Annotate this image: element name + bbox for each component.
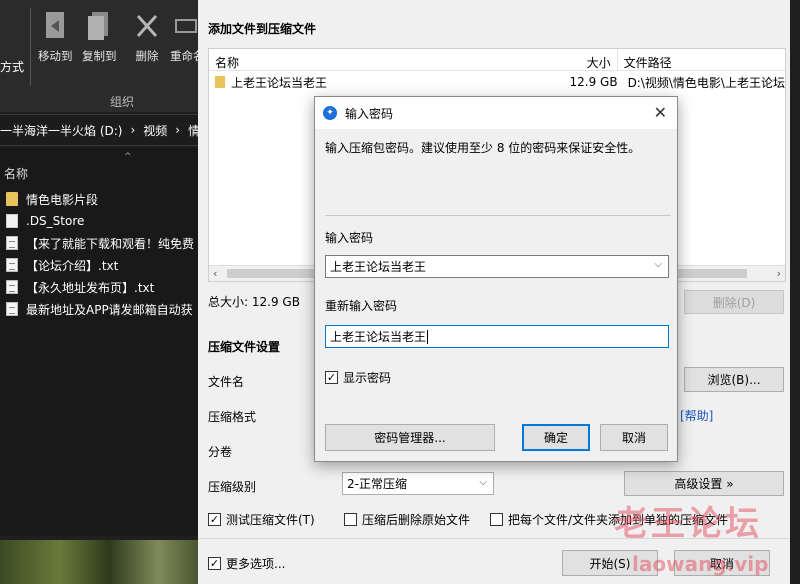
table-row[interactable]: 上老王论坛当老王 12.9 GB D:\视频\情色电影\上老王论坛 [209, 71, 785, 93]
ribbon-group-label: 组织 [110, 95, 135, 109]
rename-button[interactable]: 重命名 [170, 8, 198, 64]
compression-level-select[interactable]: 2-正常压缩 ⌵ [342, 472, 494, 495]
settings-title: 压缩文件设置 [208, 340, 281, 354]
copy-to-button[interactable]: 复制到 [82, 8, 117, 64]
list-item[interactable]: 情色电影片段 [0, 188, 198, 210]
chevron-down-icon: ⌵ [479, 477, 487, 488]
breadcrumb[interactable]: 一半海洋一半火焰 (D:) › 视频 › 情 [0, 114, 200, 146]
delete-button[interactable]: 删除 [132, 8, 162, 64]
column-header-name[interactable]: 名称 [209, 49, 564, 70]
filename-label: 文件名 [208, 375, 245, 389]
checkmark-icon: ✓ [325, 371, 338, 384]
format-label: 压缩格式 [208, 410, 257, 424]
chevron-down-icon[interactable]: ⌵ [654, 259, 662, 270]
desktop-photo-strip [0, 540, 198, 584]
more-options-checkbox[interactable]: ✓ 更多选项... [208, 555, 285, 572]
volume-label: 分卷 [208, 445, 233, 459]
watermark: 老王论坛 [614, 504, 762, 544]
scroll-right-icon[interactable]: › [777, 267, 781, 280]
list-item[interactable]: 【永久地址发布页】.txt [0, 276, 198, 298]
scroll-left-icon[interactable]: ‹ [213, 267, 217, 280]
ribbon-divider [30, 8, 31, 86]
reenter-password-input[interactable]: 上老王论坛当老王 [325, 325, 669, 348]
row-size: 12.9 GB [569, 75, 618, 89]
test-archive-checkbox[interactable]: ✓ 测试压缩文件(T) [208, 511, 315, 528]
reenter-password-label: 重新输入密码 [325, 299, 398, 313]
help-link[interactable]: [帮助] [680, 407, 713, 424]
password-dialog-title: 输入密码 [345, 106, 394, 121]
password-dialog-titlebar[interactable]: ✦ 输入密码 ✕ [315, 97, 677, 129]
total-size: 总大小: 12.9 GB [208, 295, 300, 309]
app-logo-icon: ✦ [323, 106, 337, 120]
copy-to-icon [84, 8, 114, 44]
file-list: ^ 名称 情色电影片段 .DS_Store 【来了就能下载和观看！纯免费 【论坛… [0, 148, 198, 536]
file-icon [6, 214, 18, 228]
delete-button[interactable]: 删除(D) [684, 290, 784, 314]
chevron-right-icon: › [130, 123, 136, 137]
delete-after-checkbox[interactable]: 压缩后删除原始文件 [344, 511, 470, 528]
dialog-title: 添加文件到压缩文件 [208, 22, 317, 36]
level-label: 压缩级别 [208, 480, 257, 494]
watermark-url: laowang.vip [632, 552, 769, 576]
cancel-button[interactable]: 取消 [600, 424, 668, 451]
column-header-name[interactable]: ^ 名称 [0, 148, 198, 188]
password-manager-button[interactable]: 密码管理器... [325, 424, 495, 451]
rename-icon [170, 8, 198, 44]
folder-icon [6, 192, 18, 206]
password-dialog: ✦ 输入密码 ✕ 输入压缩包密码。建议使用至少 8 位的密码来保证安全性。 输入… [314, 96, 678, 462]
explorer-ribbon: 方式 移动到 复制到 删除 重命名 组织 [0, 0, 198, 112]
folder-icon [215, 76, 225, 88]
table-header: 名称 大小 文件路径 [209, 49, 785, 71]
column-header-path[interactable]: 文件路径 [618, 49, 785, 70]
row-path: D:\视频\情色电影\上老王论坛 [627, 75, 785, 90]
move-to-icon [40, 8, 70, 44]
text-file-icon [6, 280, 18, 294]
text-file-icon [6, 236, 18, 250]
background-edge [790, 0, 800, 584]
text-file-icon [6, 258, 18, 272]
divider [325, 215, 671, 216]
list-item[interactable]: 【来了就能下载和观看！纯免费 [0, 232, 198, 254]
list-item[interactable]: 【论坛介绍】.txt [0, 254, 198, 276]
checkmark-icon: ✓ [208, 557, 221, 570]
column-header-size[interactable]: 大小 [564, 49, 618, 70]
close-icon[interactable]: ✕ [654, 103, 667, 122]
list-item[interactable]: .DS_Store [0, 210, 198, 232]
text-caret [427, 329, 429, 344]
row-name: 上老王论坛当老王 [231, 75, 328, 90]
chevron-up-icon: ^ [124, 152, 132, 162]
ok-button[interactable]: 确定 [522, 424, 590, 451]
password-description: 输入压缩包密码。建议使用至少 8 位的密码来保证安全性。 [325, 141, 641, 155]
chevron-right-icon: › [175, 123, 181, 137]
list-item[interactable]: 最新地址及APP请发邮箱自动获 [0, 298, 198, 320]
move-to-button[interactable]: 移动到 [38, 8, 73, 64]
password-label: 输入密码 [325, 231, 374, 245]
ribbon-left-label: 方式 [0, 60, 25, 74]
breadcrumb-drive[interactable]: 一半海洋一半火焰 (D:) [0, 122, 122, 139]
browse-button[interactable]: 浏览(B)... [684, 367, 784, 392]
delete-icon [132, 8, 162, 44]
checkmark-icon: ✓ [208, 513, 221, 526]
text-file-icon [6, 302, 18, 316]
show-password-checkbox[interactable]: ✓ 显示密码 [325, 369, 391, 386]
advanced-settings-button[interactable]: 高级设置 » [624, 471, 784, 496]
breadcrumb-videos[interactable]: 视频 [143, 122, 167, 139]
password-input[interactable]: 上老王论坛当老王 ⌵ [325, 255, 669, 278]
